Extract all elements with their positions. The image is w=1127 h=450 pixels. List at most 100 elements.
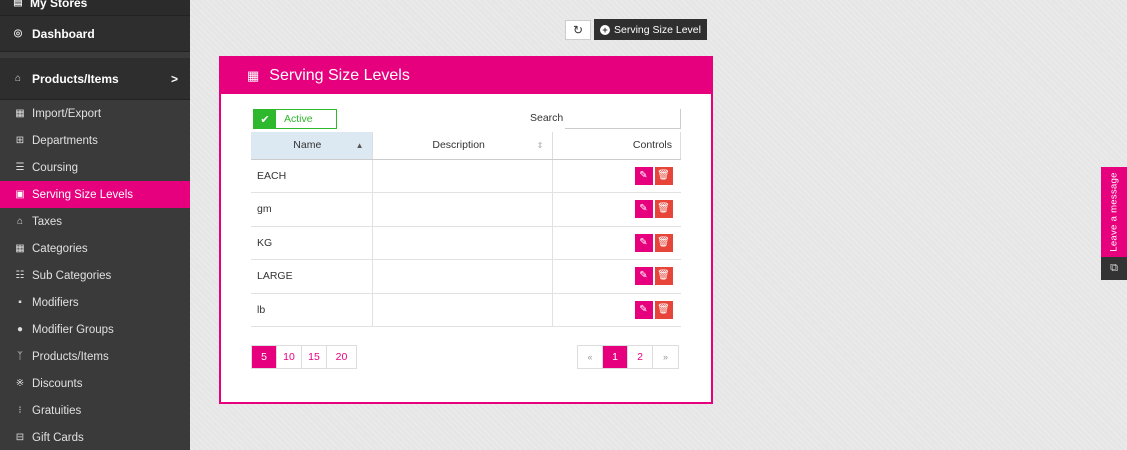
prev-page-button[interactable]: « [578,346,603,368]
cell-controls: ✎ 🗑 [552,259,681,294]
sidebar-item-gratuities[interactable]: ⁝ Gratuities [0,397,190,424]
refresh-button[interactable]: ↻ [565,20,591,40]
sidebar-item-label: Products/Items [32,350,109,363]
leave-message-tab[interactable]: Leave a message [1101,167,1127,257]
column-header-description[interactable]: Description ⇕ [372,132,553,160]
add-serving-size-level-button[interactable]: + Serving Size Level [594,19,707,40]
categories-icon: ▦ [15,243,25,254]
cell-controls: ✎ 🗑 [552,226,681,260]
sidebar-item-label: Gratuities [32,404,82,417]
import-icon: ▦ [15,108,25,119]
edit-button[interactable]: ✎ [634,233,653,252]
delete-button[interactable]: 🗑 [654,267,673,286]
page-size-option[interactable]: 15 [302,346,327,368]
column-header-label: Name [293,139,322,152]
sidebar-item-label: Serving Size Levels [32,188,133,201]
modifier-groups-icon: ● [16,324,24,335]
cell-description [372,159,553,193]
serving-size-table: Name ▲ Description ⇕ Controls EACH ✎ 🗑 gm ✎… [251,132,681,327]
chat-icon[interactable]: ⧉ [1101,257,1127,280]
sidebar-item-label: My Stores [30,0,88,10]
sidebar-item-dashboard[interactable]: ◎ Dashboard [0,16,190,52]
column-header-label: Description [432,139,485,152]
discounts-icon: ※ [15,378,25,389]
sidebar-item-products-header[interactable]: ⌂ Products/Items > [0,58,190,100]
sidebar-item-coursing[interactable]: ☰ Coursing [0,154,190,181]
sidebar-item-discounts[interactable]: ※ Discounts [0,370,190,397]
page-size-option[interactable]: 10 [277,346,302,368]
subcategories-icon: ☷ [15,270,25,281]
cell-description [372,259,553,294]
delete-button[interactable]: 🗑 [654,166,673,185]
sidebar-item-departments[interactable]: ⊞ Departments [0,127,190,154]
page-button[interactable]: 1 [603,346,628,368]
sidebar-item-label: Sub Categories [32,269,112,282]
delete-button[interactable]: 🗑 [654,200,673,219]
sidebar-item-my-stores[interactable]: ▤ My Stores [0,0,190,16]
add-button-label: Serving Size Level [614,23,701,36]
active-toggle-label: Active [284,113,313,125]
table-toolbar: ✔ Active Search [253,109,681,129]
sidebar-item-label: Categories [32,242,88,255]
sidebar-item-modifiers[interactable]: ▪ Modifiers [0,289,190,316]
edit-button[interactable]: ✎ [634,200,653,219]
departments-icon: ⊞ [15,135,25,146]
store-icon: ▤ [13,0,23,8]
page-size-selector: 5 10 15 20 [251,345,357,369]
column-header-name[interactable]: Name ▲ [251,132,373,160]
cell-controls: ✎ 🗑 [552,293,681,327]
sidebar-item-serving-size-levels[interactable]: ▣ Serving Size Levels [0,181,190,208]
modifiers-icon: ▪ [18,297,22,308]
gift-cards-icon: ⊟ [15,432,25,443]
taxes-icon: ⌂ [16,216,24,227]
column-header-controls: Controls [552,132,681,160]
page-size-option[interactable]: 20 [327,346,356,368]
search-input[interactable] [565,109,681,129]
sidebar-item-categories[interactable]: ▦ Categories [0,235,190,262]
cell-controls: ✎ 🗑 [552,159,681,193]
sidebar-item-label: Taxes [32,215,63,228]
cell-description [372,226,553,260]
sidebar-item-products-items[interactable]: ᛉ Products/Items [0,343,190,370]
check-icon: ✔ [254,110,276,128]
table-row: KG ✎ 🗑 [251,226,681,260]
cell-name: LARGE [251,259,373,294]
edit-button[interactable]: ✎ [634,300,653,319]
delete-button[interactable]: 🗑 [654,300,673,319]
column-header-label: Controls [632,139,672,152]
panel-header: ▦ Serving Size Levels [221,58,711,94]
sidebar-item-modifier-groups[interactable]: ● Modifier Groups [0,316,190,343]
edit-button[interactable]: ✎ [634,166,653,185]
sidebar-item-sub-categories[interactable]: ☷ Sub Categories [0,262,190,289]
dashboard-icon: ◎ [13,28,23,39]
sidebar-item-import-export[interactable]: ▦ Import/Export [0,100,190,127]
gift-icon: ⌂ [14,73,22,84]
sidebar-item-label: Dashboard [32,26,95,41]
delete-button[interactable]: 🗑 [654,233,673,252]
search-label: Search [530,112,564,124]
cell-description [372,192,553,227]
cell-name: KG [251,226,373,260]
sidebar-item-label: Products/Items [32,71,119,86]
coursing-icon: ☰ [15,162,25,173]
sidebar-item-gift-cards[interactable]: ⊟ Gift Cards [0,424,190,450]
sidebar-item-label: Coursing [32,161,79,174]
table-row: LARGE ✎ 🗑 [251,259,681,294]
page-button[interactable]: 2 [628,346,653,368]
cell-controls: ✎ 🗑 [552,192,681,227]
sidebar-item-label: Gift Cards [32,431,84,444]
refresh-icon: ↻ [572,23,584,37]
sidebar-item-label: Modifier Groups [32,323,114,336]
active-toggle[interactable]: ✔ Active [253,109,337,129]
plus-circle-icon: + [600,24,610,35]
page-size-option[interactable]: 5 [252,346,277,368]
cell-description [372,293,553,327]
next-page-button[interactable]: » [653,346,678,368]
serving-size-levels-panel: ▦ Serving Size Levels ✔ Active Search Na… [219,56,713,404]
sidebar-item-taxes[interactable]: ⌂ Taxes [0,208,190,235]
table-icon: ▦ [247,68,260,83]
table-row: lb ✎ 🗑 [251,293,681,327]
sort-asc-icon: ▲ [355,140,364,150]
sidebar-item-label: Modifiers [32,296,79,309]
edit-button[interactable]: ✎ [634,267,653,286]
